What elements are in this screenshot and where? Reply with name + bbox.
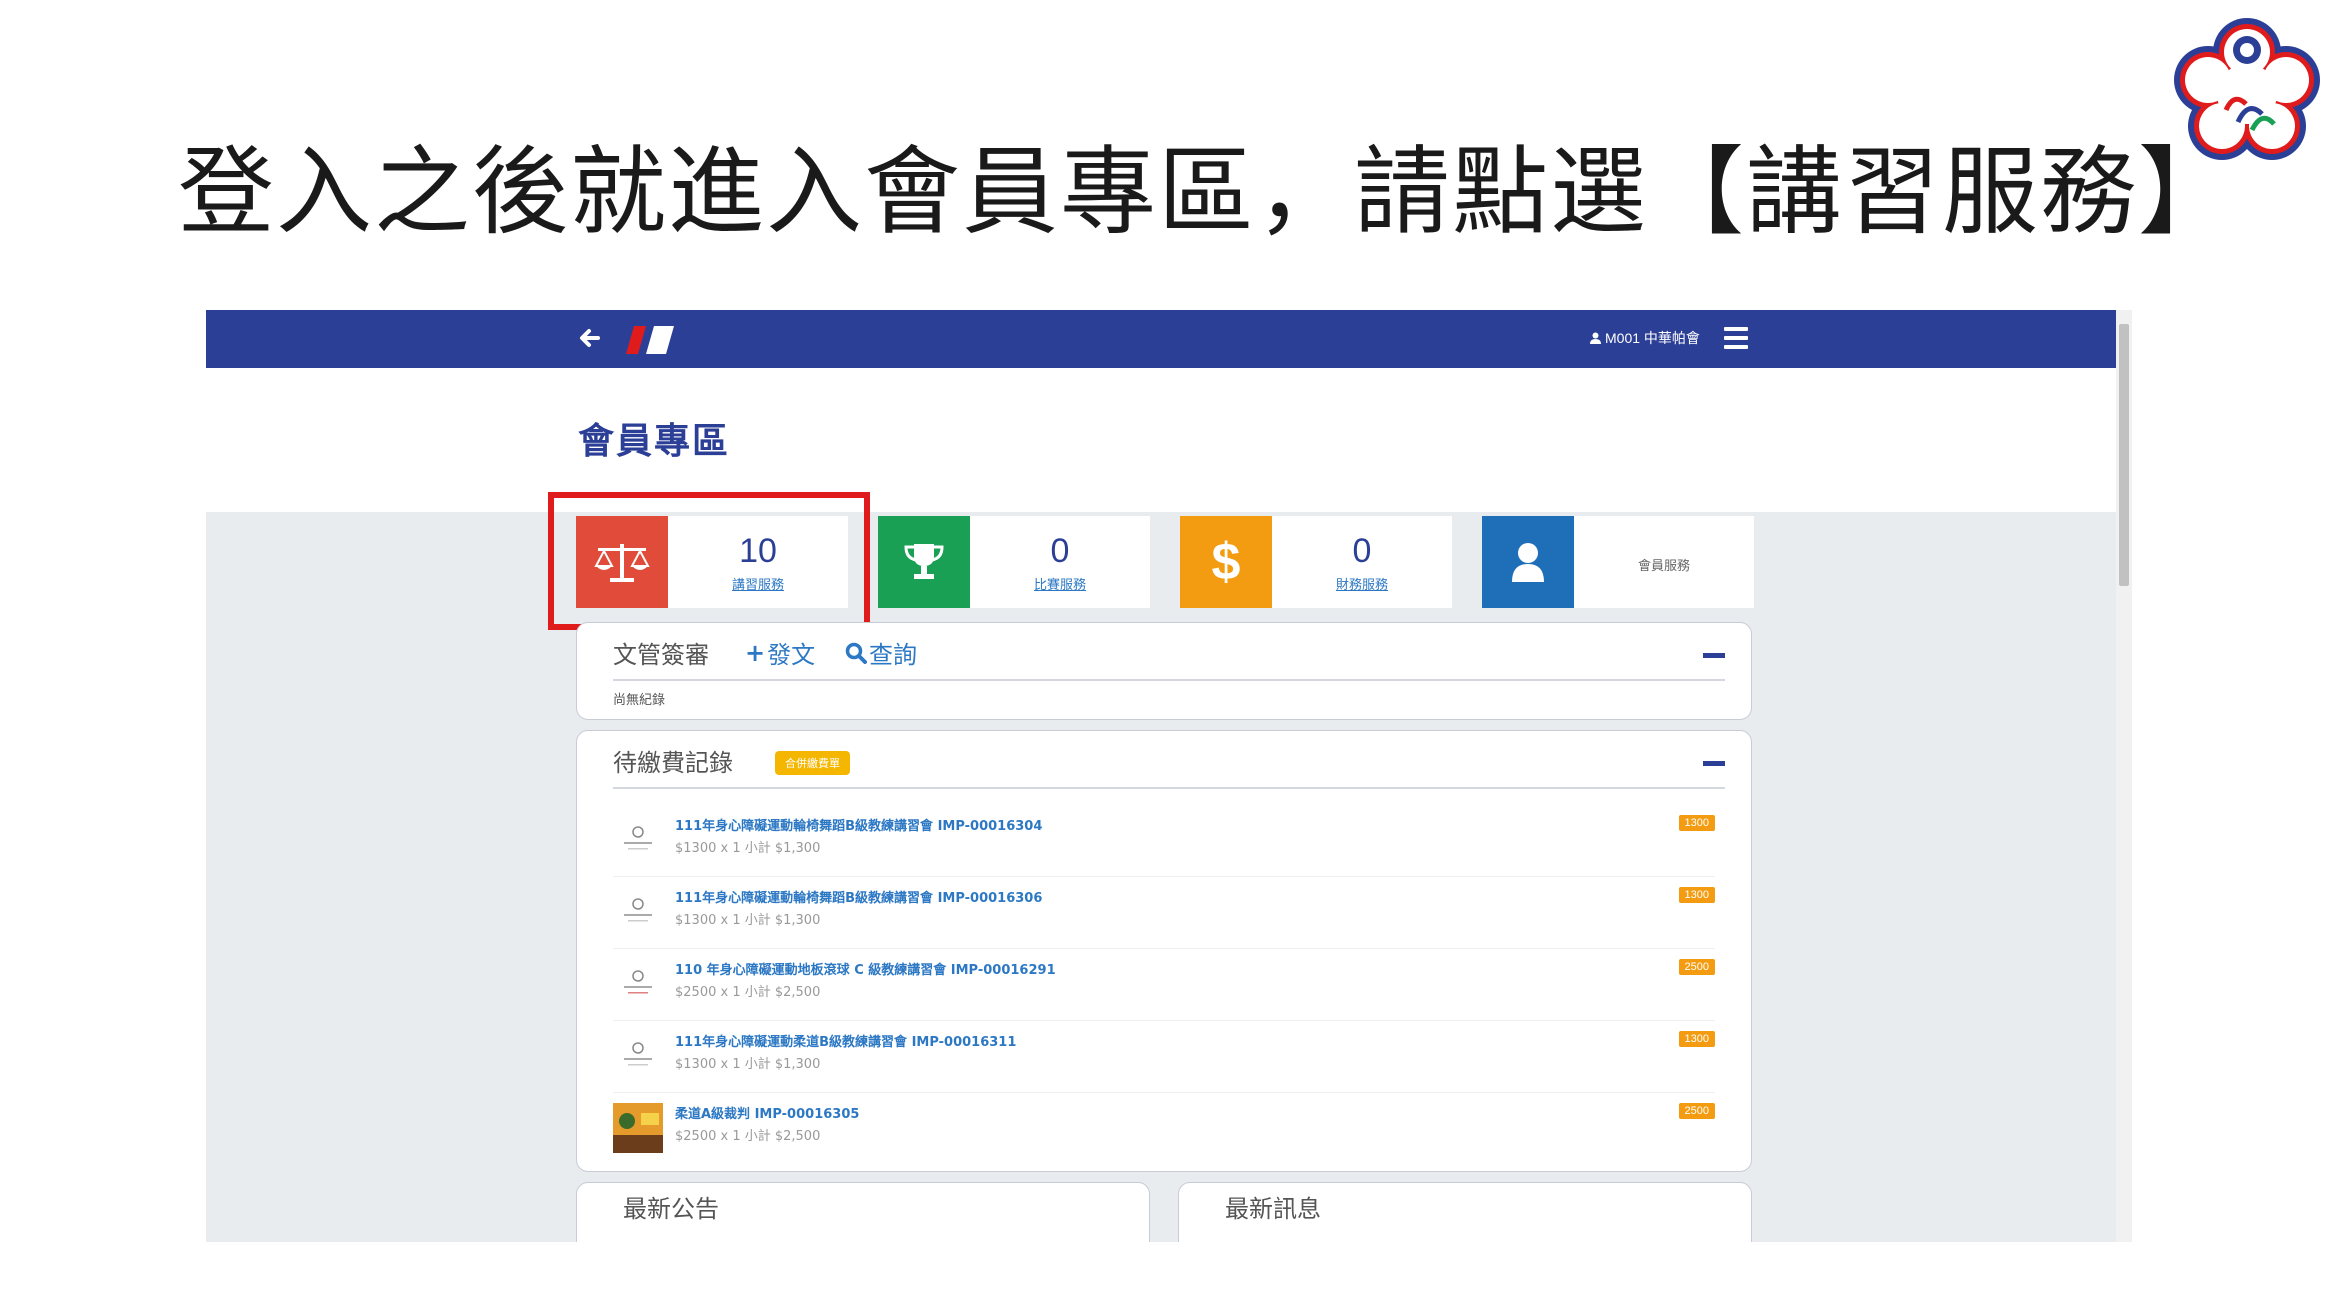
highlight-box — [548, 492, 870, 630]
fee-item-title[interactable]: 111年身心障礙運動輪椅舞蹈B級教練講習會 IMP-00016304 — [675, 815, 1042, 834]
stat-card-finance[interactable]: $ 0 財務服務 — [1180, 516, 1452, 608]
fee-row[interactable]: 111年身心障礙運動輪椅舞蹈B級教練講習會 IMP-00016306 $1300… — [613, 877, 1715, 949]
documents-title: 文管簽審 — [613, 641, 709, 669]
price-badge: 1300 — [1678, 815, 1715, 831]
news-title: 最新訊息 — [1225, 1195, 1321, 1223]
fee-item-title[interactable]: 111年身心障礙運動輪椅舞蹈B級教練講習會 IMP-00016306 — [675, 887, 1042, 906]
fee-row[interactable]: 柔道A級裁判 IMP-00016305 $2500 x 1 小計 $2,500 … — [613, 1093, 1715, 1165]
add-document-label: 發文 — [767, 641, 816, 669]
fee-row[interactable]: 111年身心障礙運動柔道B級教練講習會 IMP-00016311 $1300 x… — [613, 1021, 1715, 1093]
documents-empty-text: 尚無紀錄 — [613, 693, 666, 708]
fee-item-title[interactable]: 110 年身心障礙運動地板滾球 C 級教練講習會 IMP-00016291 — [675, 959, 1056, 978]
course-thumbnail — [613, 959, 663, 1009]
course-thumbnail — [613, 1103, 663, 1153]
add-document-button[interactable]: + 發文 — [745, 635, 815, 670]
fee-item-detail: $1300 x 1 小計 $1,300 — [675, 1057, 821, 1072]
pending-fees-panel: 待繳費記錄 合併繳費單 111年身心障礙運動輪椅舞蹈B級教練講習會 IMP-00… — [576, 730, 1752, 1172]
stat-link-finance[interactable]: 財務服務 — [1336, 574, 1388, 593]
documents-panel: 文管簽審 + 發文 查詢 尚無紀錄 — [576, 622, 1752, 720]
stat-value: 0 — [1050, 531, 1070, 570]
user-icon — [1482, 516, 1574, 608]
price-badge: 2500 — [1678, 959, 1715, 975]
page-header — [206, 368, 2116, 512]
merge-bill-button[interactable]: 合併繳費單 — [775, 751, 850, 775]
search-document-label: 查詢 — [869, 641, 917, 669]
trophy-icon — [878, 516, 970, 608]
course-thumbnail — [613, 887, 663, 937]
pending-fees-title: 待繳費記錄 — [613, 749, 733, 777]
price-badge: 1300 — [1678, 1031, 1715, 1047]
slide-title: 登入之後就進入會員專區，請點選【講習服務】 — [178, 136, 2236, 248]
fee-row[interactable]: 111年身心障礙運動輪椅舞蹈B級教練講習會 IMP-00016304 $1300… — [613, 805, 1715, 877]
fee-item-detail: $1300 x 1 小計 $1,300 — [675, 913, 821, 928]
organization-logo — [2174, 18, 2320, 160]
course-thumbnail — [613, 1031, 663, 1081]
announcements-title: 最新公告 — [623, 1195, 719, 1223]
search-document-button[interactable]: 查詢 — [845, 635, 917, 670]
top-navbar: M001 中華帕會 — [206, 310, 2116, 368]
arrow-left-icon[interactable] — [578, 326, 602, 350]
user-icon — [1590, 332, 1601, 344]
scrollbar-thumb[interactable] — [2119, 324, 2129, 586]
news-panel: 最新訊息 — [1178, 1182, 1752, 1242]
collapse-documents-button[interactable] — [1703, 653, 1725, 658]
plus-icon: + — [745, 638, 766, 667]
page-title: 會員專區 — [578, 420, 731, 461]
fee-item-title[interactable]: 111年身心障礙運動柔道B級教練講習會 IMP-00016311 — [675, 1031, 1016, 1050]
fee-item-detail: $2500 x 1 小計 $2,500 — [675, 985, 821, 1000]
fee-item-title[interactable]: 柔道A級裁判 IMP-00016305 — [675, 1103, 859, 1122]
stat-card-competition[interactable]: 0 比賽服務 — [878, 516, 1150, 608]
fee-item-detail: $2500 x 1 小計 $2,500 — [675, 1129, 821, 1144]
fee-item-detail: $1300 x 1 小計 $1,300 — [675, 841, 821, 856]
stat-card-member[interactable]: 會員服務 — [1482, 516, 1754, 608]
course-thumbnail — [613, 815, 663, 865]
price-badge: 2500 — [1678, 1103, 1715, 1119]
scrollbar[interactable] — [2116, 310, 2132, 1242]
collapse-fees-button[interactable] — [1703, 761, 1725, 766]
price-badge: 1300 — [1678, 887, 1715, 903]
fee-row[interactable]: 110 年身心障礙運動地板滾球 C 級教練講習會 IMP-00016291 $2… — [613, 949, 1715, 1021]
stat-value: 0 — [1352, 531, 1372, 570]
stat-link-member[interactable]: 會員服務 — [1638, 555, 1690, 574]
dollar-icon: $ — [1180, 516, 1272, 608]
hamburger-menu-icon[interactable] — [1724, 327, 1748, 349]
search-icon — [845, 642, 867, 664]
announcements-panel: 最新公告 — [576, 1182, 1150, 1242]
stat-link-competition[interactable]: 比賽服務 — [1034, 574, 1086, 593]
browser-viewport: M001 中華帕會 會員專區 10 講習服務 0 比賽服務 $ 0 財務服務 會… — [206, 310, 2132, 1242]
user-account[interactable]: M001 中華帕會 — [1590, 328, 1700, 348]
user-name: M001 中華帕會 — [1605, 330, 1700, 346]
brand-logo[interactable] — [616, 324, 676, 356]
